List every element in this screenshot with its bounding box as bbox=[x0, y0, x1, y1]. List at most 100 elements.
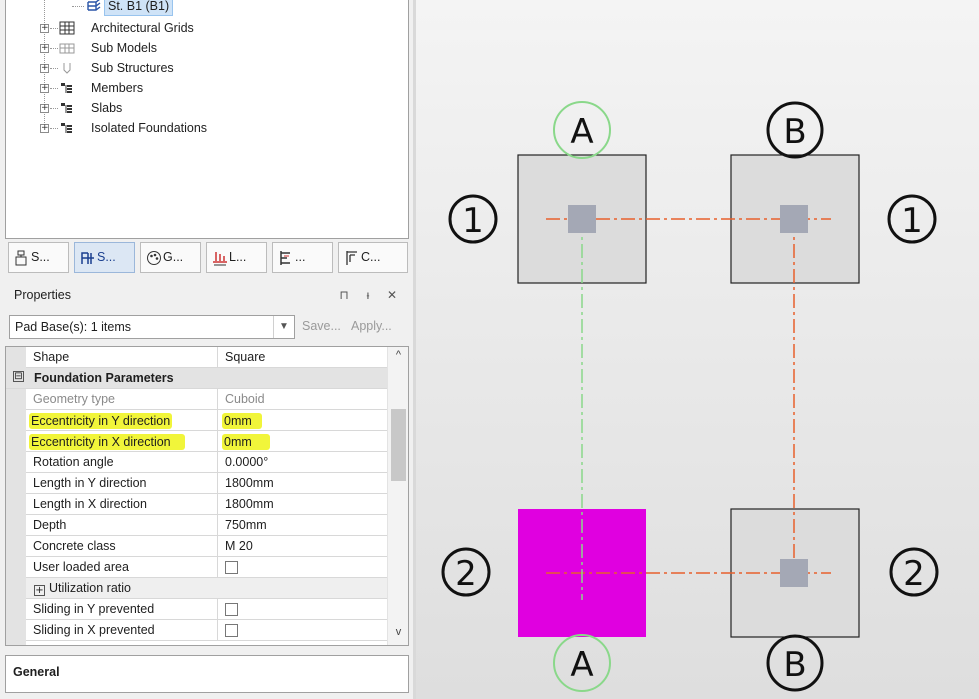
tab-checks[interactable]: C... bbox=[338, 242, 408, 273]
tab-loads[interactable]: L... bbox=[206, 242, 267, 273]
property-value[interactable]: 750mm bbox=[225, 518, 267, 532]
model-tree[interactable]: St. B1 (B1) + Architectural Grids + Sub … bbox=[5, 0, 409, 239]
property-row-length-x[interactable]: Length in X direction 1800mm bbox=[26, 494, 387, 515]
scroll-down-button[interactable]: v bbox=[388, 626, 408, 643]
property-row-depth[interactable]: Depth 750mm bbox=[26, 515, 387, 536]
grid-label-2-left: 2 bbox=[455, 554, 477, 594]
property-row-user-loaded-area[interactable]: User loaded area bbox=[26, 557, 387, 578]
tree-item-label: Architectural Grids bbox=[91, 21, 194, 35]
property-name: Sliding in X prevented bbox=[33, 623, 155, 637]
column-b2[interactable] bbox=[780, 559, 808, 587]
tab-design[interactable]: ... bbox=[272, 242, 333, 273]
sliding-x-checkbox[interactable] bbox=[225, 624, 238, 637]
property-value[interactable]: 1800mm bbox=[225, 476, 274, 490]
tab-label: S... bbox=[31, 250, 50, 264]
expand-toggle[interactable]: + bbox=[40, 104, 49, 113]
scroll-up-button[interactable]: ^ bbox=[388, 349, 408, 366]
grid-label-a-top: A bbox=[570, 112, 593, 152]
pin-button[interactable]: ᵻ bbox=[359, 286, 377, 304]
save-button[interactable]: Save... bbox=[302, 319, 341, 333]
scroll-thumb[interactable] bbox=[391, 409, 406, 481]
property-row-geometry-type[interactable]: Geometry type Cuboid bbox=[26, 389, 387, 410]
column-a1[interactable] bbox=[568, 205, 596, 233]
chevron-down-icon[interactable]: ▼ bbox=[273, 316, 294, 338]
sub-model-icon bbox=[59, 41, 75, 55]
tree-item-label: Members bbox=[91, 81, 144, 95]
property-name: Length in Y direction bbox=[33, 476, 147, 490]
expand-toggle[interactable]: + bbox=[40, 84, 49, 93]
expand-toggle[interactable]: + bbox=[40, 24, 49, 33]
subcategory-label-text: Utilization ratio bbox=[49, 581, 131, 595]
property-row-length-y[interactable]: Length in Y direction 1800mm bbox=[26, 473, 387, 494]
grid-bubble-2-left[interactable]: 2 bbox=[441, 547, 491, 597]
model-viewport[interactable]: A B 1 1 2 2 A B bbox=[416, 0, 979, 699]
category-foundation-parameters[interactable]: ⊟ Foundation Parameters bbox=[6, 368, 387, 389]
property-name: Eccentricity in Y direction bbox=[29, 413, 173, 429]
collapse-icon[interactable]: ⊟ bbox=[13, 371, 24, 382]
apply-button[interactable]: Apply... bbox=[351, 319, 392, 333]
tree-item-label: Isolated Foundations bbox=[91, 121, 208, 135]
tab-structure[interactable]: S... bbox=[8, 242, 69, 273]
grid-bubble-b-bottom[interactable]: B bbox=[766, 634, 824, 692]
properties-title: Properties bbox=[14, 288, 71, 302]
property-value[interactable]: 0mm bbox=[222, 413, 262, 429]
property-value[interactable]: 1800mm bbox=[225, 497, 274, 511]
sliding-y-checkbox[interactable] bbox=[225, 603, 238, 616]
property-row-sliding-y[interactable]: Sliding in Y prevented bbox=[26, 599, 387, 620]
expand-toggle[interactable]: + bbox=[40, 124, 49, 133]
tab-steel[interactable]: S... bbox=[74, 242, 135, 273]
grid-bubble-a-bottom[interactable]: A bbox=[553, 634, 611, 692]
property-row-concrete-class[interactable]: Concrete class M 20 bbox=[26, 536, 387, 557]
sub-structure-icon bbox=[59, 61, 75, 75]
vertical-scrollbar[interactable]: ^ v bbox=[387, 347, 408, 645]
palette-icon bbox=[147, 251, 161, 265]
grid-bubble-2-right[interactable]: 2 bbox=[889, 547, 939, 597]
property-row-rotation-angle[interactable]: Rotation angle 0.0000° bbox=[26, 452, 387, 473]
property-grid: Shape Square ⊟ Foundation Parameters Geo… bbox=[5, 346, 409, 646]
property-value[interactable]: 0mm bbox=[222, 434, 270, 450]
grid-bubble-1-left[interactable]: 1 bbox=[448, 194, 498, 244]
property-value[interactable]: Square bbox=[225, 350, 265, 364]
design-icon bbox=[280, 251, 290, 265]
object-selector-dropdown[interactable]: Pad Base(s): 1 items ▼ bbox=[9, 315, 295, 339]
grid-label-b-bottom: B bbox=[783, 645, 806, 685]
property-value[interactable]: M 20 bbox=[225, 539, 253, 553]
close-button[interactable]: ✕ bbox=[383, 286, 401, 304]
user-loaded-area-checkbox[interactable] bbox=[225, 561, 238, 574]
subcategory-utilization-ratio[interactable]: + Utilization ratio bbox=[26, 578, 387, 599]
property-name: Sliding in Y prevented bbox=[33, 602, 155, 616]
checks-icon bbox=[346, 251, 357, 265]
property-name: User loaded area bbox=[33, 560, 129, 574]
grid-label-b-top: B bbox=[783, 112, 806, 152]
property-row-shape[interactable]: Shape Square bbox=[26, 347, 387, 368]
expand-toggle[interactable]: + bbox=[40, 44, 49, 53]
property-value[interactable]: 0.0000° bbox=[225, 455, 268, 469]
steel-member-icon bbox=[81, 252, 94, 264]
window-position-button[interactable]: ⊓ bbox=[335, 286, 353, 304]
grid-bubble-a-top[interactable]: A bbox=[553, 101, 611, 159]
tab-label: S... bbox=[97, 250, 116, 264]
property-value: Cuboid bbox=[225, 392, 265, 406]
expand-toggle[interactable]: + bbox=[40, 64, 49, 73]
tree-item-label: St. B1 (B1) bbox=[104, 0, 174, 16]
column-b1[interactable] bbox=[780, 205, 808, 233]
story-icon bbox=[86, 0, 102, 12]
property-row-eccentricity-x[interactable]: Eccentricity in X direction 0mm bbox=[26, 431, 387, 452]
category-label: Foundation Parameters bbox=[34, 371, 174, 385]
property-row-eccentricity-y[interactable]: Eccentricity in Y direction 0mm bbox=[26, 410, 387, 431]
property-row-sliding-x[interactable]: Sliding in X prevented bbox=[26, 620, 387, 641]
grid-label-a-bottom: A bbox=[570, 645, 593, 685]
grid-bubble-1-right[interactable]: 1 bbox=[887, 194, 937, 244]
tab-label: C... bbox=[361, 250, 381, 264]
tab-label: ... bbox=[295, 250, 306, 264]
list-icon bbox=[59, 121, 75, 135]
expand-icon[interactable]: + bbox=[34, 585, 45, 596]
selector-value: Pad Base(s): 1 items bbox=[15, 320, 132, 334]
grid-icon bbox=[59, 21, 75, 35]
property-name: Depth bbox=[33, 518, 67, 532]
plan-view[interactable]: A B 1 1 2 2 A B bbox=[416, 0, 979, 699]
tree-item-label: Sub Structures bbox=[91, 61, 174, 75]
subcategory-label: + Utilization ratio bbox=[34, 581, 131, 596]
tab-general[interactable]: G... bbox=[140, 242, 201, 273]
grid-bubble-b-top[interactable]: B bbox=[766, 101, 824, 159]
